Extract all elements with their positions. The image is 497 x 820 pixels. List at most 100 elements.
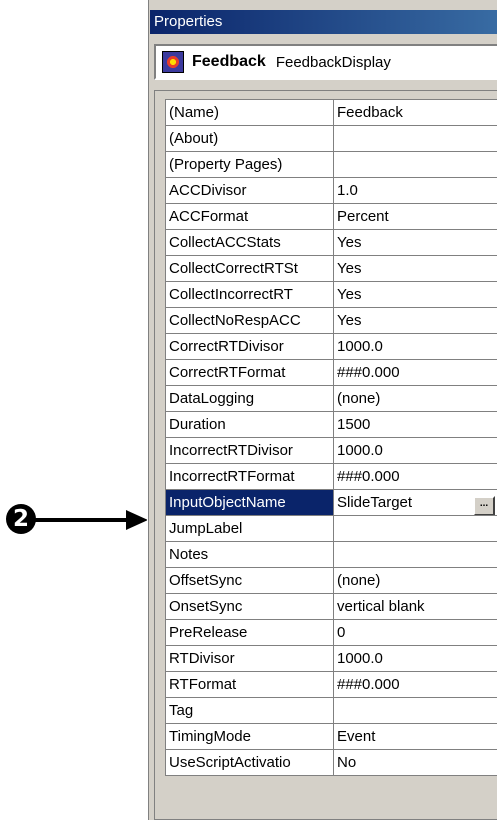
property-value[interactable]: 1.0 [337,182,358,199]
property-value[interactable]: Percent [337,208,389,225]
property-value[interactable]: vertical blank [337,598,425,615]
property-value-cell[interactable]: 1.0 [334,178,497,204]
property-name[interactable]: OnsetSync [166,594,334,620]
property-name[interactable]: UseScriptActivatio [166,750,334,776]
property-row[interactable]: (About) [166,126,497,152]
property-row[interactable]: Duration1500 [166,412,497,438]
property-value-cell[interactable] [334,542,497,568]
property-name[interactable]: JumpLabel [166,516,334,542]
property-value-cell[interactable]: 0 [334,620,497,646]
property-value-cell[interactable]: 1000.0 [334,438,497,464]
property-row[interactable]: CorrectRTDivisor1000.0 [166,334,497,360]
property-value-cell[interactable]: (none) [334,568,497,594]
property-row[interactable]: CollectIncorrectRTYes [166,282,497,308]
property-row[interactable]: IncorrectRTFormat###0.000 [166,464,497,490]
property-value[interactable]: ###0.000 [337,364,400,381]
property-name[interactable]: IncorrectRTFormat [166,464,334,490]
property-value-cell[interactable] [334,516,497,542]
property-value-cell[interactable]: ###0.000 [334,360,497,386]
property-row[interactable]: OnsetSyncvertical blank [166,594,497,620]
property-value[interactable]: 1000.0 [337,442,383,459]
property-row[interactable]: CollectCorrectRTStYes [166,256,497,282]
property-value-cell[interactable]: SlideTarget... [334,490,497,516]
property-value-cell[interactable]: Yes [334,308,497,334]
property-value[interactable]: SlideTarget [337,494,412,511]
property-value-cell[interactable]: (none) [334,386,497,412]
property-name[interactable]: (Property Pages) [166,152,334,178]
property-value[interactable]: 0 [337,624,345,641]
property-row[interactable]: TimingModeEvent [166,724,497,750]
property-value-cell[interactable]: Percent [334,204,497,230]
property-row[interactable]: RTDivisor1000.0 [166,646,497,672]
property-value[interactable]: 1000.0 [337,650,383,667]
property-value-cell[interactable]: 1000.0 [334,334,497,360]
property-row[interactable]: InputObjectNameSlideTarget... [166,490,497,516]
property-row[interactable]: DataLogging(none) [166,386,497,412]
property-name[interactable]: RTFormat [166,672,334,698]
property-value[interactable]: Yes [337,312,361,329]
property-name[interactable]: PreRelease [166,620,334,646]
property-value[interactable]: 1500 [337,416,370,433]
property-value[interactable]: (none) [337,390,380,407]
property-value-cell[interactable]: vertical blank [334,594,497,620]
property-row[interactable]: CollectACCStatsYes [166,230,497,256]
property-name[interactable]: CollectNoRespACC [166,308,334,334]
property-row[interactable]: (Property Pages) [166,152,497,178]
property-value-cell[interactable]: 1500 [334,412,497,438]
window-titlebar[interactable]: Properties [150,10,497,34]
property-value-cell[interactable]: Yes [334,256,497,282]
property-row[interactable]: Tag [166,698,497,724]
property-value-cell[interactable]: ###0.000 [334,464,497,490]
property-name[interactable]: TimingMode [166,724,334,750]
property-row[interactable]: ACCDivisor1.0 [166,178,497,204]
property-value-cell[interactable] [334,126,497,152]
property-row[interactable]: CorrectRTFormat###0.000 [166,360,497,386]
property-name[interactable]: DataLogging [166,386,334,412]
property-row[interactable]: Notes [166,542,497,568]
property-value-cell[interactable] [334,152,497,178]
property-row[interactable]: OffsetSync(none) [166,568,497,594]
object-selector-dropdown[interactable]: Feedback FeedbackDisplay [154,44,497,80]
property-row[interactable]: IncorrectRTDivisor1000.0 [166,438,497,464]
property-value-cell[interactable]: No [334,750,497,776]
property-value[interactable]: (none) [337,572,380,589]
property-row[interactable]: (Name)Feedback [166,100,497,126]
property-value-cell[interactable]: Yes [334,282,497,308]
property-row[interactable]: CollectNoRespACCYes [166,308,497,334]
property-value[interactable]: Yes [337,234,361,251]
property-value[interactable]: Feedback [337,104,403,121]
property-value-cell[interactable] [334,698,497,724]
property-value-cell[interactable]: Event [334,724,497,750]
property-value[interactable]: ###0.000 [337,468,400,485]
property-name[interactable]: CollectIncorrectRT [166,282,334,308]
property-value-cell[interactable]: ###0.000 [334,672,497,698]
property-value[interactable]: 1000.0 [337,338,383,355]
property-name[interactable]: (About) [166,126,334,152]
property-row[interactable]: JumpLabel [166,516,497,542]
property-name[interactable]: ACCDivisor [166,178,334,204]
property-name[interactable]: ACCFormat [166,204,334,230]
property-row[interactable]: PreRelease0 [166,620,497,646]
property-name[interactable]: CollectCorrectRTSt [166,256,334,282]
property-value-cell[interactable]: Feedback [334,100,497,126]
property-value-cell[interactable]: 1000.0 [334,646,497,672]
property-value[interactable]: Event [337,728,375,745]
ellipsis-button[interactable]: ... [473,496,495,516]
property-name[interactable]: CorrectRTDivisor [166,334,334,360]
property-name[interactable]: IncorrectRTDivisor [166,438,334,464]
property-value[interactable]: ###0.000 [337,676,400,693]
property-name[interactable]: Notes [166,542,334,568]
property-row[interactable]: RTFormat###0.000 [166,672,497,698]
property-name[interactable]: CorrectRTFormat [166,360,334,386]
property-value[interactable]: Yes [337,286,361,303]
property-name[interactable]: Duration [166,412,334,438]
property-value[interactable]: No [337,754,356,771]
property-name[interactable]: Tag [166,698,334,724]
property-row[interactable]: ACCFormatPercent [166,204,497,230]
property-value-cell[interactable]: Yes [334,230,497,256]
property-name[interactable]: CollectACCStats [166,230,334,256]
property-name[interactable]: (Name) [166,100,334,126]
property-name[interactable]: OffsetSync [166,568,334,594]
property-name[interactable]: RTDivisor [166,646,334,672]
property-row[interactable]: UseScriptActivatioNo [166,750,497,776]
